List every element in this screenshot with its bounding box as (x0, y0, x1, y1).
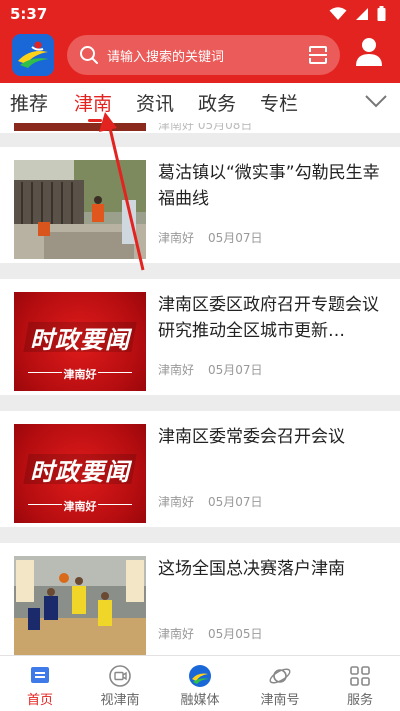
nav-media[interactable]: 融媒体 (160, 656, 240, 711)
article-thumbnail (14, 556, 146, 655)
nav-services[interactable]: 服务 (320, 656, 400, 711)
video-icon (109, 665, 131, 687)
article-source: 津南好 (158, 363, 195, 377)
list-item[interactable]: 葛沽镇以“微实事”勾勒民生幸福曲线 津南好 05月07日 (0, 147, 400, 263)
tab-government[interactable]: 政务 (198, 89, 236, 116)
banner-subtitle: 津南好 (63, 368, 97, 381)
article-thumbnail (14, 123, 146, 131)
app-logo[interactable] (12, 34, 54, 76)
nav-home[interactable]: 首页 (0, 656, 80, 711)
grid-icon (350, 666, 370, 686)
channel-tabs: 推荐 津南 资讯 政务 专栏 (0, 83, 400, 123)
article-thumbnail (14, 160, 146, 259)
politics-news-banner: 时政要闻 津南好 (14, 292, 146, 391)
user-profile-icon[interactable] (355, 37, 383, 67)
article-title[interactable]: 津南区委常委会召开会议 (158, 424, 388, 450)
battery-icon (377, 6, 386, 21)
home-icon (31, 667, 49, 683)
app-header: 请输入搜索的关键词 (0, 28, 400, 83)
article-title[interactable]: 葛沽镇以“微实事”勾勒民生幸福曲线 (158, 160, 388, 212)
signal-icon (356, 7, 368, 20)
list-item[interactable]: 时政要闻 津南好 津南区委常委会召开会议 津南好 05月07日 (0, 411, 400, 527)
basketball-image (14, 556, 146, 655)
bottom-navigation: 首页 视津南 融媒体 津南号 服务 (0, 655, 400, 711)
article-title[interactable]: 津南区委区政府召开专题会议 研究推动全区城市更新… (158, 292, 388, 344)
scan-icon[interactable] (308, 45, 328, 65)
article-date: 05月07日 (208, 231, 263, 245)
banner-title: 时政要闻 (30, 326, 130, 354)
politics-news-banner: 时政要闻 津南好 (14, 424, 146, 523)
status-bar: 5:37 (0, 0, 400, 28)
banner-subtitle: 津南好 (63, 500, 97, 513)
article-source: 津南好 (158, 495, 195, 509)
status-icons (329, 6, 386, 21)
nav-label: 视津南 (100, 693, 140, 708)
article-thumbnail: 时政要闻 津南好 (14, 292, 146, 391)
street-work-image (14, 160, 146, 259)
logo-icon (12, 34, 54, 76)
article-meta: 津南好 05月07日 (158, 361, 263, 378)
wifi-icon (329, 6, 347, 20)
planet-icon (269, 668, 291, 684)
nav-label: 服务 (346, 693, 373, 708)
status-time: 5:37 (10, 5, 48, 23)
article-date: 05月07日 (208, 495, 263, 509)
article-meta: 津南好 05月07日 (158, 493, 263, 510)
tab-column[interactable]: 专栏 (260, 89, 298, 116)
media-logo-icon (189, 665, 211, 687)
active-tab-indicator (88, 119, 102, 122)
tab-recommend[interactable]: 推荐 (10, 89, 48, 116)
search-placeholder[interactable]: 请输入搜索的关键词 (107, 46, 224, 65)
top-bar: 5:37 请输入搜索的关键词 (0, 0, 400, 83)
nav-video[interactable]: 视津南 (80, 656, 160, 711)
nav-label: 津南号 (260, 693, 300, 708)
nav-label: 首页 (26, 693, 53, 708)
article-thumbnail: 时政要闻 津南好 (14, 424, 146, 523)
list-item-partial[interactable]: 津南好 05月08日 (0, 123, 400, 133)
article-meta: 津南好 05月08日 (158, 123, 253, 132)
tab-jinnan[interactable]: 津南 (74, 89, 112, 116)
article-date: 05月07日 (208, 363, 263, 377)
list-item[interactable]: 这场全国总决赛落户津南 津南好 05月05日 (0, 543, 400, 655)
chevron-down-icon[interactable] (364, 93, 388, 109)
list-item[interactable]: 时政要闻 津南好 津南区委区政府召开专题会议 研究推动全区城市更新… 津南好 05… (0, 279, 400, 395)
search-bar[interactable]: 请输入搜索的关键词 (67, 35, 340, 75)
article-meta: 津南好 05月05日 (158, 625, 263, 642)
nav-label: 融媒体 (180, 693, 220, 708)
article-date: 05月05日 (208, 627, 263, 641)
banner-title: 时政要闻 (30, 458, 130, 486)
article-source: 津南好 (158, 231, 195, 245)
nav-jinnan-account[interactable]: 津南号 (240, 656, 320, 711)
tab-news[interactable]: 资讯 (136, 89, 174, 116)
search-icon (80, 46, 98, 64)
article-list: 津南好 05月08日 葛沽镇以“微实事”勾勒民生幸福曲线 津南好 05月07日 … (0, 123, 400, 655)
article-title[interactable]: 这场全国总决赛落户津南 (158, 556, 388, 582)
article-source: 津南好 (158, 627, 195, 641)
article-meta: 津南好 05月07日 (158, 229, 263, 246)
